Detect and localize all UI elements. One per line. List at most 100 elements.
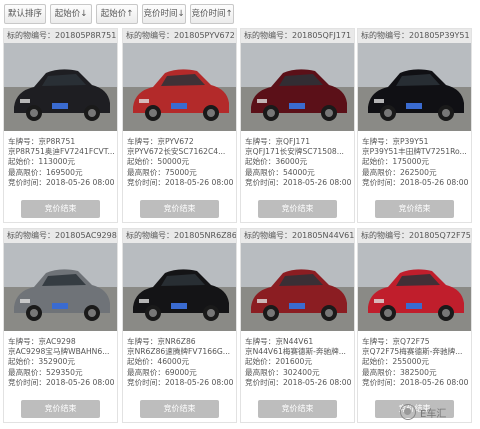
car-photo[interactable] [241, 243, 354, 331]
lot-number: 标的物编号：201805AC9298 [4, 229, 117, 243]
auction-ended-button[interactable]: 竞价结束 [258, 200, 337, 218]
car-image [241, 43, 354, 131]
lot-number: 标的物编号：201805P39Y51 [358, 29, 471, 43]
car-photo[interactable] [358, 43, 471, 131]
auction-card[interactable]: 标的物编号：201805Q72F75 车牌号：京Q72F75 京Q72F75梅赛德斯… [357, 228, 472, 423]
car-photo[interactable] [241, 43, 354, 131]
start-price-row: 起始价：201600元 [245, 357, 312, 367]
start-price-value: 175000元 [392, 157, 429, 167]
start-price-row: 起始价：50000元 [127, 157, 190, 167]
max-price-row: 最高限价：75000元 [127, 167, 197, 177]
auction-time-row: 竞价时间：2018-05-26 08:00 [362, 177, 469, 187]
max-price-value: 169500元 [45, 167, 83, 177]
sort-time-desc-button[interactable]: 竞价时间↓ [142, 4, 186, 24]
car-info: 车牌号：京N44V61 京N44V61梅赛德斯-奔驰牌... 起始价：201600元… [245, 337, 353, 388]
car-photo[interactable] [123, 43, 236, 131]
plate-row: 车牌号：京P39Y51 [362, 137, 429, 146]
auction-card[interactable]: 标的物编号：201805AC9298 车牌号：京AC9298 京AC9298宝马牌W… [3, 228, 118, 423]
auction-ended-button[interactable]: 竞价结束 [21, 400, 100, 418]
model-row: 京P39Y51丰田牌TV7251Ro... [362, 147, 467, 157]
auction-time-row: 竞价时间：2018-05-26 08:00 [127, 177, 234, 187]
model-row: 京NR6Z86速腾牌FV7166G... [127, 347, 231, 357]
max-price-value: 529350元 [45, 367, 83, 377]
model-row: 京PYV672长安SC7162C4... [127, 147, 226, 157]
auction-card[interactable]: 标的物编号：201805QFJ171 车牌号：京QFJ171 京QFJ171长安牌S… [240, 28, 355, 223]
auction-card[interactable]: 标的物编号：201805PYV672 车牌号：京PYV672 京PYV672长安SC… [122, 28, 237, 223]
car-info: 车牌号：京P8R751 京P8R751奥迪FV7241FCVT... 起始价：113… [8, 137, 116, 188]
car-info: 车牌号：京QFJ171 京QFJ171长安牌SC71508... 起始价：36000… [245, 137, 353, 188]
auction-time-value: 2018-05-26 08:00 [399, 177, 469, 187]
auction-time-row: 竞价时间：2018-05-26 08:00 [127, 377, 234, 387]
auction-card[interactable]: 标的物编号：201805NR6Z86 车牌号：京NR6Z86 京NR6Z86速腾牌F… [122, 228, 237, 423]
wechat-icon [400, 404, 416, 420]
sort-default-button[interactable]: 默认排序 [4, 4, 46, 24]
car-image [358, 243, 471, 331]
auction-time-row: 竞价时间：2018-05-26 08:00 [8, 177, 115, 187]
car-info: 车牌号：京P39Y51 京P39Y51丰田牌TV7251Ro... 起始价：1750… [362, 137, 470, 188]
model-row: 京QFJ171长安牌SC71508... [245, 147, 344, 157]
max-price-row: 最高限价：302400元 [245, 367, 320, 377]
car-photo[interactable] [4, 43, 117, 131]
sort-time-asc-button[interactable]: 竞价时间↑ [190, 4, 234, 24]
car-info: 车牌号：京NR6Z86 京NR6Z86速腾牌FV7166G... 起始价：46000… [127, 337, 235, 388]
auction-card[interactable]: 标的物编号：201805P39Y51 车牌号：京P39Y51 京P39Y51丰田牌T… [357, 28, 472, 223]
lot-value: 201805N44V61 [292, 231, 354, 240]
max-price-row: 最高限价：262500元 [362, 167, 437, 177]
auction-time-value: 2018-05-26 08:00 [164, 377, 234, 387]
auction-ended-button[interactable]: 竞价结束 [140, 400, 219, 418]
watermark-text: E车汇 [420, 408, 447, 420]
lot-label: 标的物编号： [7, 231, 55, 240]
max-price-row: 最高限价：54000元 [245, 167, 315, 177]
auction-card[interactable]: 标的物编号：201805P8R751 车牌号：京P8R751 京P8R751奥迪FV… [3, 28, 118, 223]
start-price-row: 起始价：113000元 [8, 157, 75, 167]
max-price-value: 54000元 [282, 167, 315, 177]
auction-card[interactable]: 标的物编号：201805N44V61 车牌号：京N44V61 京N44V61梅赛德斯… [240, 228, 355, 423]
plate-value: 京NR6Z86 [157, 337, 196, 346]
model-row: 京AC9298宝马牌WBAHN6... [8, 347, 110, 357]
auction-time-value: 2018-05-26 08:00 [282, 377, 352, 387]
plate-value: 京PYV672 [157, 137, 194, 146]
plate-row: 车牌号：京PYV672 [127, 137, 194, 146]
plate-value: 京QFJ171 [275, 137, 311, 146]
lot-label: 标的物编号： [7, 31, 55, 40]
lot-number: 标的物编号：201805P8R751 [4, 29, 117, 43]
sort-start-price-desc-button[interactable]: 起始价↓ [50, 4, 92, 24]
car-image [4, 43, 117, 131]
start-price-row: 起始价：352900元 [8, 357, 75, 367]
lot-label: 标的物编号： [126, 231, 174, 240]
car-image [123, 43, 236, 131]
auction-ended-button[interactable]: 竞价结束 [21, 200, 100, 218]
plate-row: 车牌号：京NR6Z86 [127, 337, 196, 346]
auction-time-value: 2018-05-26 08:00 [45, 377, 115, 387]
lot-number: 标的物编号：201805N44V61 [241, 229, 354, 243]
auction-time-value: 2018-05-26 08:00 [164, 177, 234, 187]
start-price-value: 36000元 [275, 157, 308, 167]
lot-label: 标的物编号： [361, 31, 409, 40]
sort-start-price-asc-button[interactable]: 起始价↑ [96, 4, 138, 24]
lot-label: 标的物编号： [244, 231, 292, 240]
max-price-row: 最高限价：169500元 [8, 167, 83, 177]
plate-row: 车牌号：京QFJ171 [245, 137, 311, 146]
car-photo[interactable] [4, 243, 117, 331]
start-price-value: 113000元 [38, 157, 75, 167]
plate-row: 车牌号：京P8R751 [8, 137, 76, 146]
lot-value: 201805P8R751 [55, 31, 117, 40]
auction-time-row: 竞价时间：2018-05-26 08:00 [245, 177, 352, 187]
max-price-value: 75000元 [164, 167, 197, 177]
auction-ended-button[interactable]: 竞价结束 [375, 200, 454, 218]
start-price-value: 255000元 [392, 357, 429, 367]
car-info: 车牌号：京PYV672 京PYV672长安SC7162C4... 起始价：50000… [127, 137, 235, 188]
start-price-value: 50000元 [157, 157, 190, 167]
start-price-value: 201600元 [275, 357, 312, 367]
car-photo[interactable] [358, 243, 471, 331]
auction-ended-button[interactable]: 竞价结束 [258, 400, 337, 418]
auction-ended-button[interactable]: 竞价结束 [140, 200, 219, 218]
car-photo[interactable] [123, 243, 236, 331]
start-price-row: 起始价：255000元 [362, 357, 429, 367]
start-price-row: 起始价：46000元 [127, 357, 190, 367]
car-info: 车牌号：京AC9298 京AC9298宝马牌WBAHN6... 起始价：352900… [8, 337, 116, 388]
model-row: 京Q72F75梅赛德斯-奔驰牌... [362, 347, 463, 357]
max-price-row: 最高限价：382500元 [362, 367, 437, 377]
max-price-value: 382500元 [399, 367, 437, 377]
sort-toolbar: 默认排序 起始价↓ 起始价↑ 竞价时间↓ 竞价时间↑ [0, 0, 480, 26]
